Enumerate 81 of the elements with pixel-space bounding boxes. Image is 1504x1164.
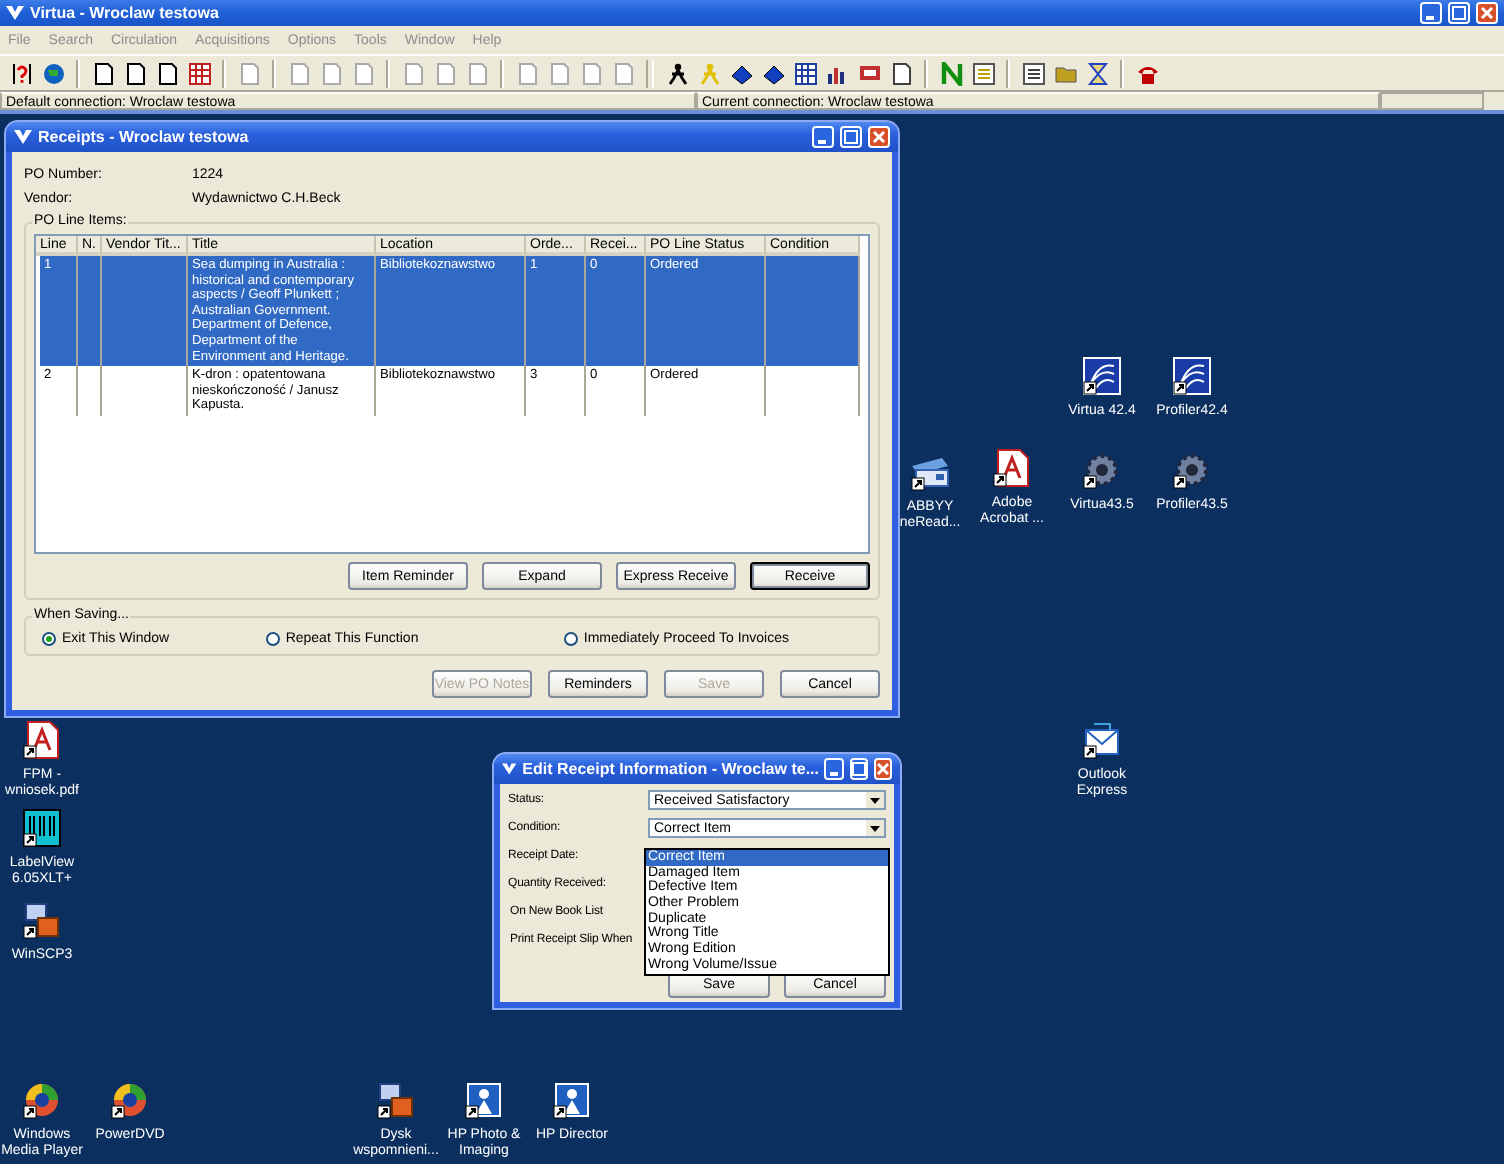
folder-icon [1053, 61, 1077, 85]
gear-icon[interactable] [1172, 450, 1212, 490]
help-icon [9, 61, 33, 85]
maximize-icon [844, 130, 858, 144]
person-icon [697, 61, 721, 85]
document-icon [465, 61, 489, 85]
barcode-icon[interactable] [22, 808, 62, 848]
photo-icon[interactable] [464, 1080, 504, 1120]
document-icon [433, 61, 457, 85]
document-icon[interactable] [22, 720, 62, 760]
document-icon [611, 61, 635, 85]
radio-button[interactable] [265, 632, 280, 646]
maximize-icon [1452, 6, 1466, 20]
radio-button[interactable] [563, 632, 578, 646]
toolbar-button[interactable] [154, 60, 180, 86]
toolbar-button[interactable] [8, 60, 34, 86]
table-row[interactable] [40, 256, 860, 367]
document-icon [401, 61, 425, 85]
globe-icon [41, 61, 65, 85]
document-icon [237, 61, 261, 85]
close-icon [875, 762, 890, 776]
toolbar-button[interactable] [90, 60, 116, 86]
document-icon [579, 61, 603, 85]
app-logo-icon [14, 128, 32, 146]
person-icon [665, 61, 689, 85]
document-icon [547, 61, 571, 85]
window-title: Edit Receipt Information - Wroclaw te... [522, 760, 819, 778]
document-icon [515, 61, 539, 85]
toolbar-button[interactable] [122, 60, 148, 86]
close-button[interactable] [1476, 2, 1498, 24]
document-icon [287, 61, 311, 85]
close-button[interactable] [868, 126, 890, 148]
computer-icon[interactable] [376, 1080, 416, 1120]
scanner-icon[interactable] [910, 452, 950, 492]
app-logo-icon [502, 760, 517, 778]
computer-icon[interactable] [22, 900, 62, 940]
document-icon [91, 61, 115, 85]
maximize-icon [851, 762, 866, 776]
close-icon [1480, 6, 1494, 20]
gear-icon[interactable] [1082, 450, 1122, 490]
toolbar-button[interactable] [970, 60, 996, 86]
list-icon [1021, 61, 1045, 85]
letter-icon [939, 61, 963, 85]
minimize-button[interactable] [824, 758, 844, 780]
grid-icon [187, 61, 211, 85]
grid-icon [793, 61, 817, 85]
telephone-icon [1135, 61, 1159, 85]
dropdown-arrow-icon[interactable] [870, 825, 880, 831]
tile-icon[interactable] [1172, 356, 1212, 396]
document-icon[interactable] [992, 448, 1032, 488]
maximize-button[interactable] [840, 126, 862, 148]
radio-button[interactable] [42, 632, 56, 646]
list-icon [971, 61, 995, 85]
document-icon [123, 61, 147, 85]
app-logo-icon [6, 4, 24, 22]
minimize-button[interactable] [812, 126, 834, 148]
toolbar-button[interactable] [186, 60, 212, 86]
toolbar-button[interactable] [792, 60, 818, 86]
document-icon [155, 61, 179, 85]
photo-icon[interactable] [552, 1080, 592, 1120]
close-button[interactable] [873, 758, 892, 780]
status-panel [1380, 92, 1484, 110]
envelope-icon[interactable] [1082, 720, 1122, 760]
toolbar-button[interactable] [888, 60, 914, 86]
dropdown-arrow-icon[interactable] [870, 797, 880, 803]
document-icon [319, 61, 343, 85]
toolbar-button[interactable] [664, 60, 690, 86]
toolbar-button[interactable] [1020, 60, 1046, 86]
close-icon [872, 130, 886, 144]
window-title: Receipts - Wroclaw testowa [38, 128, 251, 146]
toolbar-button[interactable] [1084, 60, 1110, 86]
hourglass-icon [1085, 61, 1109, 85]
document-icon [351, 61, 375, 85]
tile-icon[interactable] [1082, 356, 1122, 396]
maximize-button[interactable] [1448, 2, 1470, 24]
disc-icon[interactable] [110, 1080, 150, 1120]
maximize-button[interactable] [849, 758, 868, 780]
minimize-button[interactable] [1420, 2, 1442, 24]
document-icon [889, 61, 913, 85]
disc-icon[interactable] [22, 1080, 62, 1120]
window-title: Virtua - Wroclaw testowa [30, 4, 221, 22]
